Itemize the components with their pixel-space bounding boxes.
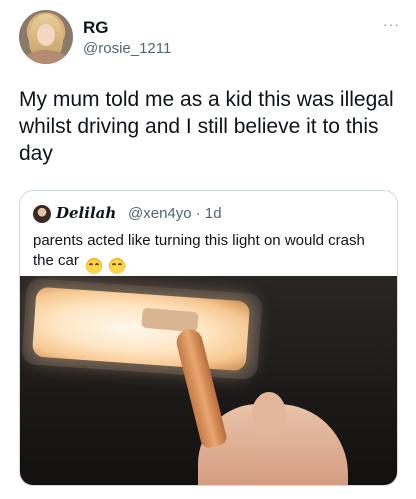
crying-emoji-icon: 😭 xyxy=(86,258,103,274)
knuckle xyxy=(252,392,286,436)
quoted-author-handle-time[interactable]: @xen4yo · 1d xyxy=(128,205,222,222)
crying-emoji-icon: 😭 xyxy=(109,258,126,274)
avatar-face xyxy=(37,24,55,46)
author-avatar[interactable] xyxy=(19,10,73,64)
more-icon[interactable]: ··· xyxy=(383,16,400,32)
quoted-tweet-image[interactable] xyxy=(20,276,397,485)
quoted-text-content: parents acted like turning this light on… xyxy=(33,232,365,269)
avatar-body xyxy=(25,50,67,64)
tweet-text: My mum told me as a kid this was illegal… xyxy=(19,88,394,165)
dome-light-glow xyxy=(31,286,251,372)
quoted-tweet-text: parents acted like turning this light on… xyxy=(33,231,388,274)
quoted-author-display-name[interactable]: 𝑫𝒆𝒍𝒊𝒍𝒂𝒉 xyxy=(56,204,116,222)
author-display-name[interactable]: RG xyxy=(83,18,109,38)
quoted-author-avatar[interactable] xyxy=(33,205,51,223)
author-handle[interactable]: @rosie_1211 xyxy=(83,40,171,57)
quoted-tweet[interactable]: 𝑫𝒆𝒍𝒊𝒍𝒂𝒉 @xen4yo · 1d parents acted like … xyxy=(19,190,398,486)
